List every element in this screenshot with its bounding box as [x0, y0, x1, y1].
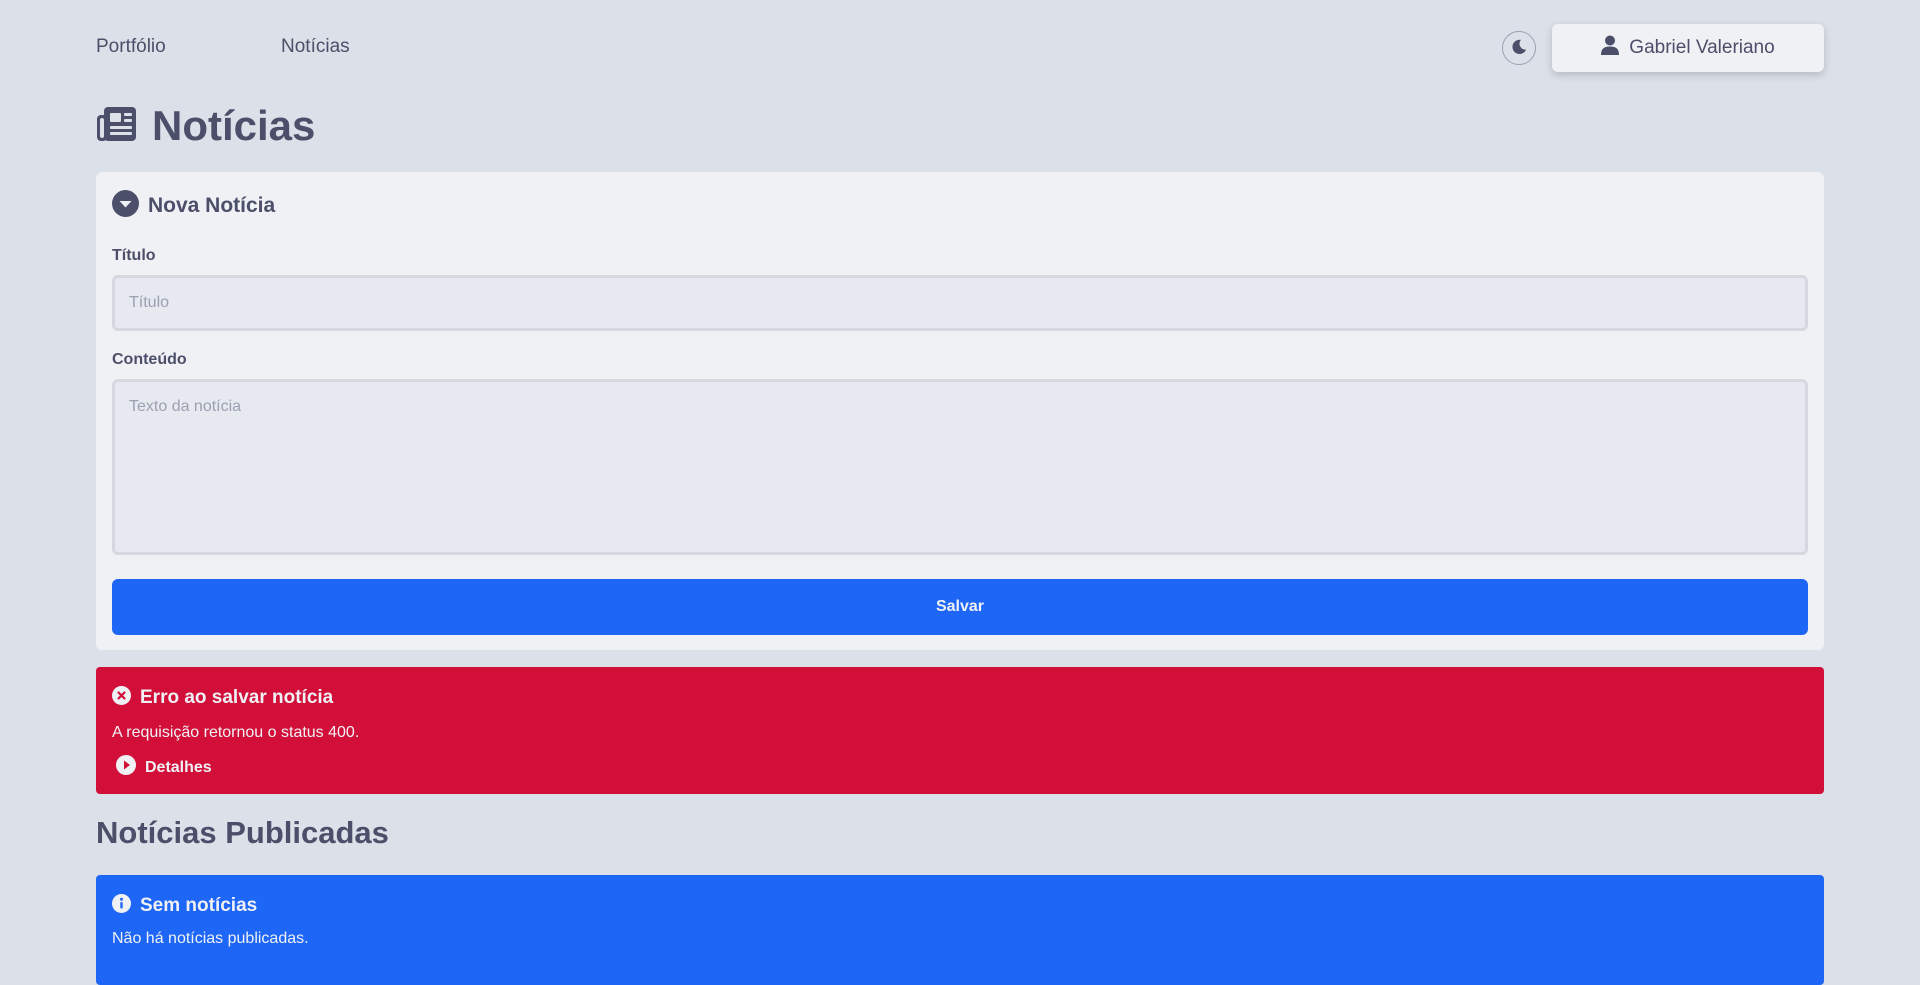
content-textarea[interactable] — [112, 379, 1808, 555]
error-alert: Erro ao salvar notícia A requisição reto… — [96, 667, 1824, 794]
error-alert-message: A requisição retornou o status 400. — [112, 724, 360, 741]
empty-news-message: Não há notícias publicadas. — [112, 930, 309, 947]
empty-news-title: Sem notícias — [140, 895, 258, 916]
page-container: Portfólio Notícias Gabriel Valeriano Not… — [96, 0, 1824, 985]
chevron-down-circle-icon — [112, 190, 139, 222]
error-alert-title: Erro ao salvar notícia — [140, 687, 334, 708]
save-button[interactable]: Salvar — [112, 579, 1808, 635]
content-label: Conteúdo — [112, 351, 187, 368]
user-icon — [1601, 35, 1620, 61]
moon-icon — [1510, 38, 1528, 59]
nav-link-portfolio[interactable]: Portfólio — [96, 36, 166, 58]
top-nav: Portfólio Notícias Gabriel Valeriano — [96, 0, 1824, 96]
title-input[interactable] — [112, 275, 1808, 331]
empty-news-title-row: Sem notícias — [112, 894, 257, 918]
new-news-toggle[interactable]: Nova Notícia — [112, 190, 275, 222]
nav-link-news[interactable]: Notícias — [281, 36, 350, 58]
user-menu-button[interactable]: Gabriel Valeriano — [1552, 24, 1824, 72]
play-circle-icon — [116, 755, 136, 780]
page-title-row: Notícias — [96, 100, 315, 152]
new-news-heading: Nova Notícia — [148, 194, 276, 217]
page-title: Notícias — [152, 102, 316, 149]
error-details-toggle[interactable]: Detalhes — [116, 755, 212, 780]
theme-toggle-button[interactable] — [1502, 31, 1536, 65]
x-circle-icon — [112, 686, 131, 710]
new-news-card: Nova Notícia Título Conteúdo Salvar — [96, 172, 1824, 650]
empty-news-alert: Sem notícias Não há notícias publicadas. — [96, 875, 1824, 985]
user-name: Gabriel Valeriano — [1629, 37, 1775, 58]
published-news-heading: Notícias Publicadas — [96, 815, 389, 850]
info-icon — [112, 894, 131, 918]
newspaper-icon — [96, 105, 138, 148]
title-label: Título — [112, 247, 156, 264]
error-details-label: Detalhes — [145, 758, 212, 776]
error-alert-title-row: Erro ao salvar notícia — [112, 686, 333, 710]
